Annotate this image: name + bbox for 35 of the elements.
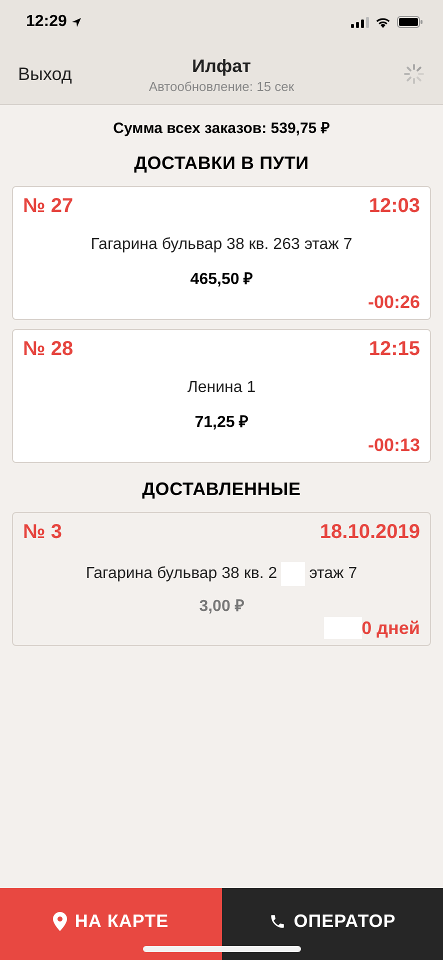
order-time: 18.10.2019 <box>320 521 420 544</box>
section-heading: ДОСТАВКИ В ПУТИ <box>133 153 310 174</box>
order-price: 71,25 ₽ <box>194 413 250 432</box>
elapsed-time: -00:13 <box>368 435 420 456</box>
order-card[interactable]: № 27 12:03 Гагарина бульвар 38 кв. 263 этаж 7 465,50 ₽ -00:26 <box>12 186 431 320</box>
elapsed-time: 0 дней <box>362 618 420 638</box>
order-address: Гагарина бульвар 38 кв. 2 <box>86 565 278 583</box>
status-time: 12:29 <box>26 13 67 31</box>
order-card[interactable]: № 3 18.10.2019 Гагарина бульвар 38 кв. 2 этаж 7 3,00 ₽ 0 дней <box>12 512 431 646</box>
map-button[interactable]: НА КАРТЕ <box>0 888 222 960</box>
operator-button[interactable]: ОПЕРАТОР <box>222 888 443 960</box>
location-arrow-icon <box>70 16 82 28</box>
order-time: 12:03 <box>368 195 420 218</box>
battery-icon <box>397 16 423 28</box>
order-price: 465,50 ₽ <box>189 270 254 289</box>
loading-spinner-icon <box>403 63 425 85</box>
wifi-icon <box>375 16 391 28</box>
order-price: 3,00 ₽ <box>198 597 245 616</box>
elapsed-time: -00:26 <box>368 292 420 313</box>
exit-button[interactable]: Выход <box>18 64 72 84</box>
order-number: № 27 <box>23 195 74 218</box>
order-time: 12:15 <box>368 338 420 361</box>
nav-title: Илфат <box>192 56 251 77</box>
signal-icon <box>351 16 369 28</box>
order-address: этаж 7 <box>309 565 358 583</box>
order-address: Гагарина бульвар 38 кв. 263 этаж 7 <box>90 236 352 254</box>
phone-icon <box>268 912 286 930</box>
order-number: № 28 <box>23 338 74 361</box>
section-heading: ДОСТАВЛЕННЫЕ <box>141 479 302 500</box>
orders-total: Сумма всех заказов: 539,75 ₽ <box>112 119 331 137</box>
order-number: № 3 <box>23 521 62 544</box>
auto-refresh-label: Автообновление: 15 сек <box>148 79 294 94</box>
map-pin-icon <box>52 912 67 930</box>
order-address: Ленина 1 <box>187 379 256 397</box>
order-card[interactable]: № 28 12:15 Ленина 1 71,25 ₽ -00:13 <box>12 329 431 463</box>
